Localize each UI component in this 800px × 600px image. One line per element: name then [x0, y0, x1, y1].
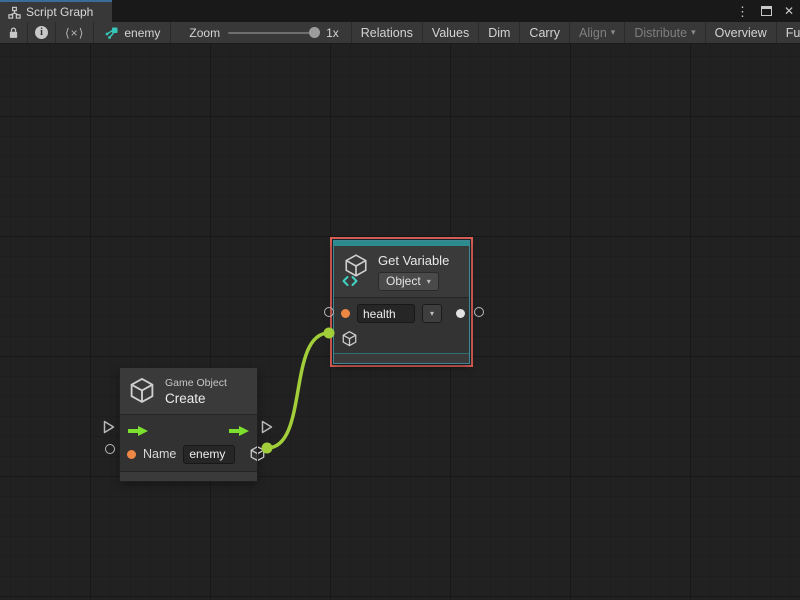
zoom-slider-handle[interactable] — [309, 27, 320, 38]
node-footer — [120, 471, 257, 481]
get-variable-value-output-port[interactable] — [474, 307, 484, 317]
values-button[interactable]: Values — [422, 22, 478, 43]
window-menu-icon[interactable]: ⋮ — [736, 5, 749, 18]
close-icon[interactable]: ✕ — [784, 5, 794, 17]
create-game-object-node[interactable]: Game Object Create Name — [120, 368, 257, 481]
graph-toolbar: i ⟨×⟩ enemy Zoom 1x Relations Values Dim… — [0, 22, 800, 44]
graph-breadcrumb[interactable]: enemy — [94, 22, 171, 43]
variable-name-input[interactable] — [357, 304, 415, 323]
edit-graph-button[interactable]: ⟨×⟩ — [56, 22, 94, 43]
create-control-input-port[interactable] — [102, 419, 116, 435]
dim-button[interactable]: Dim — [478, 22, 519, 43]
chevron-down-icon: ▾ — [611, 27, 616, 38]
control-output-arrow-icon[interactable] — [228, 425, 250, 437]
maximize-icon[interactable] — [761, 6, 772, 16]
info-icon: i — [35, 26, 48, 39]
fullscreen-button[interactable]: Full Screen — [776, 22, 800, 43]
get-variable-node[interactable]: Get Variable Object ▾ ▾ — [333, 240, 470, 364]
create-control-output-port[interactable] — [260, 419, 274, 435]
graph-name: enemy — [124, 26, 160, 40]
carry-button[interactable]: Carry — [519, 22, 569, 43]
zoom-slider[interactable] — [228, 32, 318, 34]
get-variable-node-selection: Get Variable Object ▾ ▾ — [330, 237, 473, 367]
chevron-down-icon: ▾ — [427, 277, 431, 286]
zoom-control: Zoom 1x — [171, 22, 350, 43]
zoom-label: Zoom — [189, 26, 220, 40]
game-object-input-port-icon[interactable] — [341, 330, 358, 348]
align-dropdown-button[interactable]: Align▾ — [569, 22, 624, 43]
node-footer — [334, 353, 469, 363]
code-brackets-icon: ⟨×⟩ — [65, 26, 84, 40]
node-title: Create — [165, 391, 227, 406]
control-input-arrow-icon[interactable] — [127, 425, 149, 437]
chevron-down-icon: ▾ — [691, 27, 696, 38]
graph-canvas[interactable]: Game Object Create Name — [0, 44, 800, 600]
overview-button[interactable]: Overview — [705, 22, 776, 43]
variable-picker-button[interactable]: ▾ — [422, 304, 442, 323]
variable-name-port[interactable] — [341, 309, 350, 318]
get-variable-left-port[interactable] — [324, 307, 334, 317]
value-output-port[interactable] — [456, 309, 465, 318]
tab-script-graph[interactable]: Script Graph — [0, 0, 112, 22]
distribute-dropdown-button[interactable]: Distribute▾ — [624, 22, 704, 43]
name-port-label: Name — [143, 447, 176, 461]
window-titlebar: Script Graph ⋮ ✕ — [0, 0, 800, 22]
name-value-port[interactable] — [127, 450, 136, 459]
zoom-value: 1x — [326, 26, 339, 40]
info-button[interactable]: i — [28, 22, 56, 43]
node-category: Game Object — [165, 377, 227, 389]
graph-asset-icon — [104, 26, 118, 40]
graph-hierarchy-icon — [8, 6, 21, 19]
code-teal-icon — [342, 275, 358, 287]
game-object-cube-icon — [128, 376, 156, 406]
tab-title: Script Graph — [26, 5, 93, 19]
game-object-output-port-icon[interactable] — [249, 445, 266, 463]
variable-cube-icon — [342, 253, 370, 289]
variable-scope-dropdown[interactable]: Object ▾ — [378, 272, 439, 291]
node-title: Get Variable — [378, 253, 449, 268]
chevron-down-icon: ▾ — [430, 309, 434, 318]
relations-button[interactable]: Relations — [351, 22, 422, 43]
lock-icon — [7, 26, 20, 40]
name-input[interactable] — [183, 445, 235, 464]
create-name-input-port[interactable] — [105, 444, 115, 454]
lock-button[interactable] — [0, 22, 28, 43]
